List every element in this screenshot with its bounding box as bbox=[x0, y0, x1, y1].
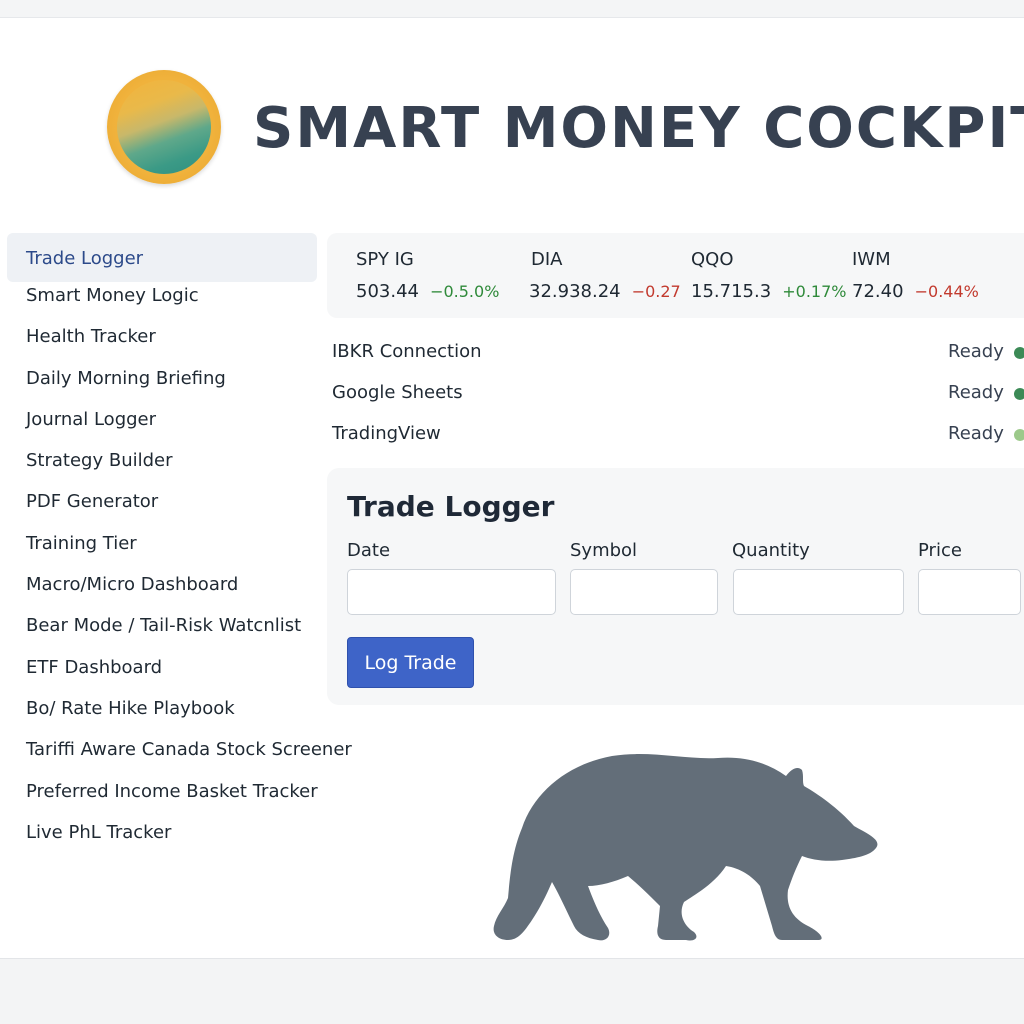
sidebar-item-bear-mode[interactable]: Bear Mode / Tail-Risk Watcnlist bbox=[7, 605, 317, 646]
log-trade-button[interactable]: Log Trade bbox=[347, 637, 474, 688]
trade-logger-card: Trade Logger Date Symbol Quantity Price … bbox=[327, 468, 1024, 705]
sidebar-item-rate-hike-playbook[interactable]: Bo/ Rate Hike Playbook bbox=[7, 688, 317, 729]
status-dot-icon bbox=[1014, 347, 1024, 359]
ticker-price: 72.40 bbox=[852, 281, 904, 302]
status-dot-icon bbox=[1014, 388, 1024, 400]
sidebar-item-health-tracker[interactable]: Health Tracker bbox=[7, 316, 317, 357]
sidebar-item-canada-stock-screener[interactable]: Tariffi Aware Canada Stock Screener bbox=[7, 729, 352, 770]
ticker-item-iwm[interactable]: IWM 72.40 −0.44% bbox=[852, 249, 979, 302]
ticker-symbol: QQO bbox=[691, 249, 734, 270]
sidebar-item-smart-money-logic[interactable]: Smart Money Logic bbox=[7, 275, 317, 316]
connection-row-google-sheets: Google Sheets Ready bbox=[332, 382, 1024, 412]
connection-status: Ready bbox=[948, 382, 1004, 403]
sidebar-item-preferred-income-basket[interactable]: Preferred Income Basket Tracker bbox=[7, 771, 318, 812]
ticker-change: +0.17% bbox=[782, 282, 847, 301]
quantity-label: Quantity bbox=[732, 540, 810, 561]
connection-name: IBKR Connection bbox=[332, 341, 482, 362]
sidebar-item-training-tier[interactable]: Training Tier bbox=[7, 523, 317, 564]
symbol-label: Symbol bbox=[570, 540, 638, 561]
price-input[interactable] bbox=[918, 569, 1021, 615]
logo-inner bbox=[117, 80, 211, 174]
sidebar-item-macro-micro-dashboard[interactable]: Macro/Micro Dashboard bbox=[7, 564, 317, 605]
symbol-input[interactable] bbox=[570, 569, 718, 615]
ticker-symbol: IWM bbox=[852, 249, 891, 270]
app-title: SMART MONEY COCKPIT bbox=[253, 96, 1024, 161]
status-dot-icon bbox=[1014, 429, 1024, 441]
sidebar-item-pdf-generator[interactable]: PDF Generator bbox=[7, 481, 317, 522]
coin-logo-icon bbox=[107, 70, 221, 184]
trade-logger-title: Trade Logger bbox=[347, 490, 555, 523]
ticker-price: 32.938.24 bbox=[529, 281, 621, 302]
quantity-input[interactable] bbox=[733, 569, 904, 615]
sidebar-item-strategy-builder[interactable]: Strategy Builder bbox=[7, 440, 317, 481]
sidebar-item-etf-dashboard[interactable]: ETF Dashboard bbox=[7, 647, 317, 688]
sidebar-item-daily-morning-briefing[interactable]: Daily Morning Briefing bbox=[7, 358, 317, 399]
ticker-item-qqq[interactable]: QQO 15.715.3 +0.17% bbox=[691, 249, 846, 302]
ticker-change: −0.27 bbox=[631, 282, 681, 301]
ticker-change: −0.44% bbox=[914, 282, 979, 301]
sidebar-item-journal-logger[interactable]: Journal Logger bbox=[7, 399, 317, 440]
bear-icon bbox=[493, 754, 878, 941]
page-container: SMART MONEY COCKPIT Trade Logger Smart M… bbox=[0, 18, 1024, 959]
connection-name: Google Sheets bbox=[332, 382, 463, 403]
ticker-change: −0.5.0% bbox=[430, 282, 500, 301]
ticker-bar: SPY IG 503.44 −0.5.0% DIA 32.938.24 −0.2… bbox=[327, 233, 1024, 318]
ticker-price: 503.44 bbox=[356, 281, 419, 302]
top-bar bbox=[0, 0, 1024, 18]
bottom-bar bbox=[0, 959, 1024, 1024]
price-label: Price bbox=[918, 540, 962, 561]
ticker-item-dia[interactable]: DIA 32.938.24 −0.27 bbox=[529, 249, 681, 302]
connection-name: TradingView bbox=[332, 423, 441, 444]
date-input[interactable] bbox=[347, 569, 556, 615]
connection-status: Ready bbox=[948, 341, 1004, 362]
connection-row-ibkr: IBKR Connection Ready bbox=[332, 341, 1024, 371]
sidebar-item-live-pnl-tracker[interactable]: Live PhL Tracker bbox=[7, 812, 317, 853]
ticker-item-spy[interactable]: SPY IG 503.44 −0.5.0% bbox=[356, 249, 499, 302]
ticker-symbol: SPY IG bbox=[356, 249, 414, 270]
connection-status: Ready bbox=[948, 423, 1004, 444]
date-label: Date bbox=[347, 540, 391, 561]
sidebar: Trade Logger Smart Money Logic Health Tr… bbox=[7, 233, 352, 853]
ticker-symbol: DIA bbox=[531, 249, 563, 270]
connection-row-tradingview: TradingView Ready bbox=[332, 423, 1024, 453]
ticker-price: 15.715.3 bbox=[691, 281, 772, 302]
